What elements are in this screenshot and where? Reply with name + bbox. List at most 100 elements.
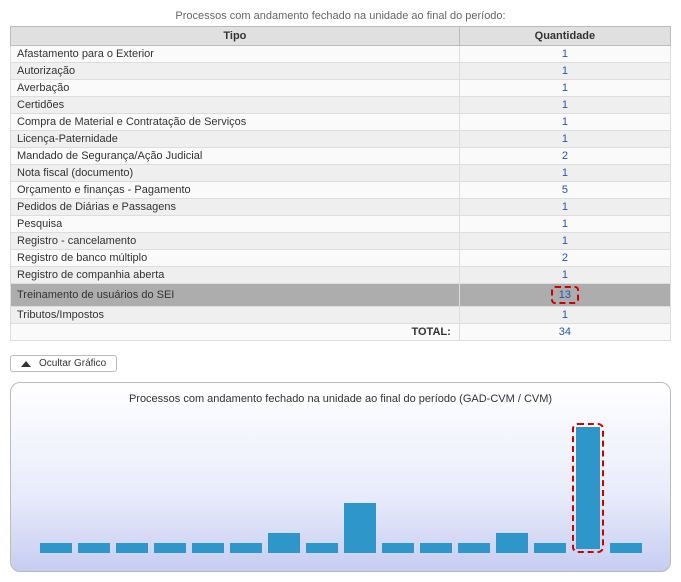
chart-bar [40, 423, 72, 553]
cell-quantidade: 13 [459, 284, 670, 307]
cell-quantidade: 1 [459, 307, 670, 324]
table-row: Mandado de Segurança/Ação Judicial2 [11, 148, 671, 165]
chart-bar [496, 423, 528, 553]
table-row: Compra de Material e Contratação de Serv… [11, 114, 671, 131]
table-row: Pesquisa 1 [11, 216, 671, 233]
quantity-link[interactable]: 1 [562, 116, 568, 128]
quantity-link[interactable]: 1 [562, 99, 568, 111]
chart-bar [116, 423, 148, 553]
column-header-quantidade: Quantidade [459, 27, 670, 46]
cell-quantidade: 1 [459, 267, 670, 284]
chart-bars [29, 423, 652, 553]
quantity-link[interactable]: 1 [562, 309, 568, 321]
table-row: Registro - cancelamento 1 [11, 233, 671, 250]
bar [268, 533, 300, 553]
chart-bar [458, 423, 490, 553]
column-header-tipo: Tipo [11, 27, 460, 46]
quantity-link[interactable]: 2 [562, 150, 568, 162]
chart-bar-highlight [572, 423, 604, 553]
chart-title: Processos com andamento fechado na unida… [29, 393, 652, 405]
chart-bar [382, 423, 414, 553]
cell-quantidade: 1 [459, 80, 670, 97]
bar [534, 543, 566, 553]
cell-tipo: Tributos/Impostos [11, 307, 460, 324]
cell-quantidade: 1 [459, 46, 670, 63]
page-title: Processos com andamento fechado na unida… [10, 10, 671, 22]
table-row: Licença-Paternidade 1 [11, 131, 671, 148]
cell-tipo: Certidões [11, 97, 460, 114]
quantity-link[interactable]: 1 [562, 201, 568, 213]
cell-quantidade: 1 [459, 165, 670, 182]
cell-tipo: Orçamento e finanças - Pagamento [11, 182, 460, 199]
chart-bar [268, 423, 300, 553]
table-row: Certidões 1 [11, 97, 671, 114]
cell-quantidade: 1 [459, 199, 670, 216]
table-row: Afastamento para o Exterior 1 [11, 46, 671, 63]
cell-tipo: Afastamento para o Exterior [11, 46, 460, 63]
cell-quantidade: 1 [459, 233, 670, 250]
bar [382, 543, 414, 553]
table-row: Registro de banco múltiplo 2 [11, 250, 671, 267]
quantity-link[interactable]: 13 [559, 289, 571, 301]
cell-tipo: Registro de companhia aberta [11, 267, 460, 284]
quantity-link[interactable]: 5 [562, 184, 568, 196]
cell-quantidade: 1 [459, 114, 670, 131]
cell-tipo: Pedidos de Diárias e Passagens [11, 199, 460, 216]
table-row: Treinamento de usuários do SEI 13 [11, 284, 671, 307]
bar [40, 543, 72, 553]
bar [230, 543, 262, 553]
bar [78, 543, 110, 553]
chart-bar [306, 423, 338, 553]
process-table: Tipo Quantidade Afastamento para o Exter… [10, 26, 671, 341]
chart-bar [78, 423, 110, 553]
cell-quantidade: 2 [459, 250, 670, 267]
quantity-link[interactable]: 1 [562, 65, 568, 77]
chart-panel: Processos com andamento fechado na unida… [10, 382, 671, 572]
table-row: Autorização 1 [11, 63, 671, 80]
cell-tipo: Autorização [11, 63, 460, 80]
table-row: Registro de companhia aberta 1 [11, 267, 671, 284]
chart-bar [230, 423, 262, 553]
cell-quantidade: 1 [459, 63, 670, 80]
bar [576, 427, 600, 549]
cell-quantidade: 5 [459, 182, 670, 199]
chart-bar [610, 423, 642, 553]
bar [192, 543, 224, 553]
total-row: TOTAL: 34 [11, 324, 671, 341]
quantity-link[interactable]: 2 [562, 252, 568, 264]
cell-tipo: Compra de Material e Contratação de Serv… [11, 114, 460, 131]
bar [496, 533, 528, 553]
total-label: TOTAL: [11, 324, 460, 341]
quantity-link[interactable]: 1 [562, 82, 568, 94]
cell-tipo: Licença-Paternidade [11, 131, 460, 148]
quantity-link[interactable]: 1 [562, 167, 568, 179]
quantity-link[interactable]: 1 [562, 269, 568, 281]
bar [610, 543, 642, 553]
toggle-chart-label: Ocultar Gráfico [39, 358, 106, 369]
quantity-link[interactable]: 1 [562, 235, 568, 247]
bar [116, 543, 148, 553]
cell-tipo: Pesquisa [11, 216, 460, 233]
table-row: Pedidos de Diárias e Passagens 1 [11, 199, 671, 216]
chart-bar [534, 423, 566, 553]
quantity-link[interactable]: 1 [562, 133, 568, 145]
bar [344, 503, 376, 553]
cell-quantidade: 1 [459, 216, 670, 233]
cell-tipo: Registro de banco múltiplo [11, 250, 460, 267]
cell-tipo: Nota fiscal (documento) [11, 165, 460, 182]
cell-quantidade: 1 [459, 97, 670, 114]
toggle-chart-button[interactable]: Ocultar Gráfico [10, 355, 117, 372]
cell-quantidade: 2 [459, 148, 670, 165]
bar [458, 543, 490, 553]
cell-tipo: Treinamento de usuários do SEI [11, 284, 460, 307]
quantity-link[interactable]: 1 [562, 48, 568, 60]
total-quantity-link[interactable]: 34 [559, 326, 571, 338]
chart-bar [420, 423, 452, 553]
chart-bar [344, 423, 376, 553]
bar [306, 543, 338, 553]
table-row: Nota fiscal (documento) 1 [11, 165, 671, 182]
quantity-link[interactable]: 1 [562, 218, 568, 230]
table-row: Tributos/Impostos 1 [11, 307, 671, 324]
triangle-up-icon [21, 361, 31, 367]
cell-tipo: Registro - cancelamento [11, 233, 460, 250]
